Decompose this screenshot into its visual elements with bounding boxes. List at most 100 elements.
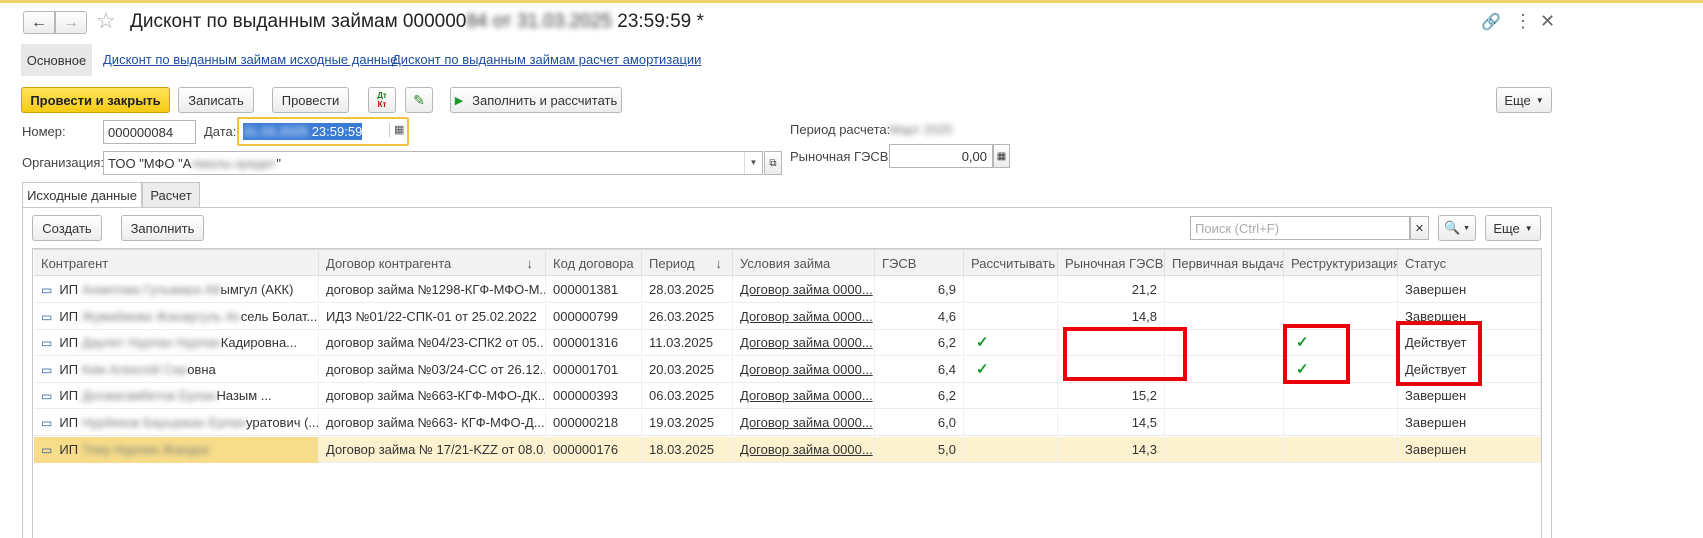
table-row[interactable]: ▭ ИП Ахметова Гульмира Айымгул (АКК) догово… (34, 277, 1541, 303)
counterparty-cell[interactable]: ▭ ИП Ахметова Гульмира Айымгул (АКК) (34, 277, 319, 303)
tab-calculation[interactable]: Расчет (142, 182, 200, 208)
highlight-restructuring (1283, 324, 1350, 384)
contract-cell: договор займа №04/23-СПК2 от 05... (319, 330, 546, 357)
clear-icon: ✕ (1414, 222, 1425, 235)
close-icon[interactable]: ✕ (1540, 11, 1555, 32)
market-gesv-cell: 15,2 (1058, 383, 1165, 410)
counterparty-cell[interactable]: ▭ ИП Даулет Нурлан НурланКадировна... (34, 330, 319, 357)
status-cell: Завершен (1398, 277, 1541, 303)
link-icon[interactable]: 🔗 (1481, 12, 1501, 32)
terms-link[interactable]: Договор займа 0000... (733, 330, 875, 357)
star-icon[interactable]: ☆ (96, 8, 116, 34)
market-gesv-value: 0,00 (961, 148, 987, 164)
table-row[interactable]: ▭ ИП Тлеу Нурлан Жандос Договор займа № 17/… (34, 436, 1541, 463)
period-cell: 19.03.2025 (642, 410, 733, 436)
col-primary-issue-label: Первичная выдача (1172, 256, 1284, 271)
more-button[interactable]: Еще ▼ (1496, 87, 1552, 113)
terms-link[interactable]: Договор займа 0000... (733, 356, 875, 383)
calculate-cell (964, 277, 1058, 303)
col-market-gesv-label: Рыночная ГЭСВ (1065, 256, 1164, 271)
counterparty-prefix: ИП (59, 415, 79, 430)
market-gesv-field[interactable]: 0,00 (889, 144, 993, 168)
table-row[interactable]: ▭ ИП Досмагамбетов ЕрланНазым ... договор з… (34, 383, 1541, 410)
col-terms[interactable]: Условия займа (733, 250, 875, 277)
dtkt-button[interactable]: Дт Кт (368, 87, 396, 113)
create-button[interactable]: Создать (32, 215, 102, 241)
tab-source-data[interactable]: Исходные данные (22, 182, 142, 208)
terms-link[interactable]: Договор займа 0000... (733, 383, 875, 410)
nav-link-source-data[interactable]: Дисконт по выданным займам исходные данн… (103, 52, 398, 67)
fill-and-calculate-button[interactable]: ▶ Заполнить и рассчитать (450, 87, 622, 113)
terms-link[interactable]: Договор займа 0000... (733, 303, 875, 330)
counterparty-cell[interactable]: ▭ ИП Ким Алексей Серовна (34, 356, 319, 383)
counterparty-suffix: овна (187, 361, 216, 377)
calculator-button[interactable]: ▦ (993, 144, 1010, 168)
col-restructuring[interactable]: Реструктуризация (1284, 250, 1398, 277)
table-more-button[interactable]: Еще ▼ (1485, 215, 1541, 241)
col-market-gesv[interactable]: Рыночная ГЭСВ (1058, 250, 1165, 277)
calculator-icon: ▦ (996, 150, 1007, 162)
save-button[interactable]: Записать (178, 87, 254, 113)
fill-label: Заполнить (130, 220, 195, 236)
org-suffix: " (276, 155, 281, 171)
gesv-cell: 5,0 (875, 436, 964, 463)
number-field[interactable]: 000000084 (103, 120, 196, 144)
code-cell: 000000393 (546, 383, 642, 410)
col-status[interactable]: Статус (1398, 250, 1541, 277)
col-code[interactable]: Код договора (546, 250, 642, 277)
more-label: Еще (1504, 92, 1531, 108)
counterparty-blurred: Даулет Нурлан Нурлан (82, 335, 221, 351)
clear-search-button[interactable]: ✕ (1410, 216, 1429, 240)
title-blurred: 84 от 31.03.2025 (466, 11, 612, 32)
table-row[interactable]: ▭ ИП Нурбеков Бауыржан Ерлануратович (... д… (34, 410, 1541, 436)
search-button[interactable]: 🔍 ▼ (1438, 215, 1476, 241)
primary-issue-cell (1165, 383, 1284, 410)
calendar-icon[interactable]: ▦ (389, 123, 404, 137)
date-label: Дата: (204, 124, 237, 139)
document-icon: ▭ (41, 442, 53, 457)
contract-cell: договор займа №1298-КГФ-МФО-М... (319, 277, 546, 303)
kebab-icon[interactable]: ⋮ (1514, 11, 1532, 32)
terms-link[interactable]: Договор займа 0000... (733, 436, 875, 463)
play-icon: ▶ (454, 94, 464, 107)
fill-button[interactable]: Заполнить (121, 215, 204, 241)
counterparty-prefix: ИП (59, 335, 79, 351)
gesv-cell: 6,4 (875, 356, 964, 383)
search-input[interactable]: Поиск (Ctrl+F) (1190, 216, 1410, 240)
market-gesv-cell: 14,3 (1058, 436, 1165, 463)
nav-link-amortization[interactable]: Дисконт по выданным займам расчет аморти… (392, 52, 701, 67)
open-organization-button[interactable]: ⧉ (764, 151, 782, 175)
col-period[interactable]: Период ↓ (642, 250, 733, 277)
col-calculate[interactable]: Рассчитывать (964, 250, 1058, 277)
org-blurred: лмалы кредит (191, 155, 277, 171)
counterparty-cell[interactable]: ▭ ИП Нурбеков Бауыржан Ерлануратович (... (34, 410, 319, 436)
col-counterparty[interactable]: Контрагент (34, 250, 319, 277)
post-and-close-button[interactable]: Провести и закрыть (21, 87, 170, 113)
counterparty-blurred: Жумабаева Жанаргуль Ас (82, 308, 241, 324)
counterparty-cell[interactable]: ▭ ИП Жумабаева Жанаргуль Ассель Болат... (34, 303, 319, 330)
restructuring-cell (1284, 436, 1398, 463)
col-calculate-label: Рассчитывать (971, 256, 1056, 271)
market-gesv-label: Рыночная ГЭСВ: (790, 149, 893, 164)
edit-document-button[interactable]: ✎ (405, 87, 433, 113)
counterparty-prefix: ИП (59, 361, 79, 377)
col-contract[interactable]: Договор контрагента ↓ (319, 250, 546, 277)
counterparty-cell[interactable]: ▭ ИП Тлеу Нурлан Жандос (34, 436, 319, 463)
create-label: Создать (42, 220, 92, 236)
primary-issue-cell (1165, 277, 1284, 303)
counterparty-prefix: ИП (59, 282, 79, 297)
post-button[interactable]: Провести (272, 87, 349, 113)
col-gesv[interactable]: ГЭСВ (875, 250, 964, 277)
back-button[interactable]: ← (23, 11, 55, 34)
dropdown-icon[interactable]: ▼ (744, 152, 762, 174)
date-field[interactable]: 31.03.2025 23:59:59 ▦ (237, 117, 409, 146)
nav-main[interactable]: Основное (21, 44, 92, 76)
terms-link[interactable]: Договор займа 0000... (733, 277, 875, 303)
forward-button[interactable]: → (55, 11, 87, 34)
market-gesv-cell: 14,5 (1058, 410, 1165, 436)
col-primary-issue[interactable]: Первичная выдача (1165, 250, 1284, 277)
counterparty-cell[interactable]: ▭ ИП Досмагамбетов ЕрланНазым ... (34, 383, 319, 410)
organization-field[interactable]: ТОО "МФО "А лмалы кредит " ▼ (103, 151, 763, 175)
terms-link[interactable]: Договор займа 0000... (733, 410, 875, 436)
calculate-cell (964, 383, 1058, 410)
